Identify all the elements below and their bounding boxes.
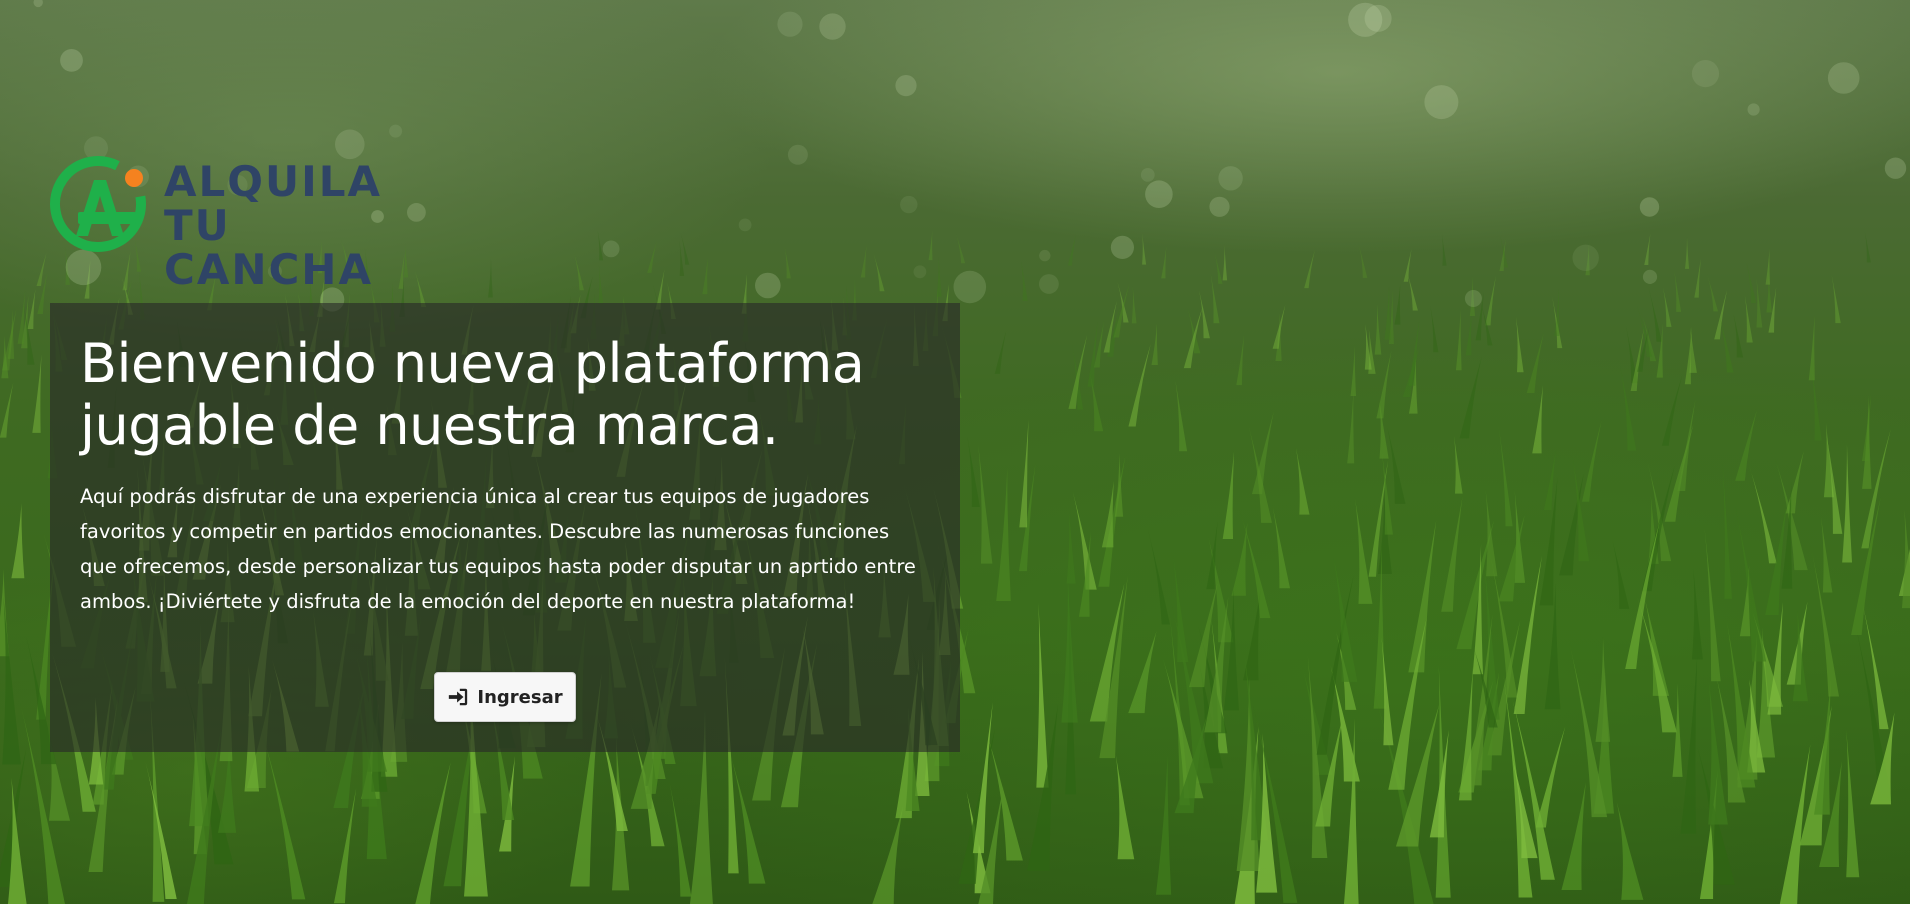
alquila-logo-icon bbox=[50, 156, 146, 252]
sign-in-icon bbox=[449, 688, 468, 706]
hero-panel: Bienvenido nueva plataforma jugable de n… bbox=[50, 303, 960, 752]
brand-logo[interactable]: ALQUILA TU CANCHA bbox=[48, 152, 438, 292]
ingresar-button-label: Ingresar bbox=[477, 686, 563, 708]
hero-title: Bienvenido nueva plataforma jugable de n… bbox=[80, 332, 865, 457]
brand-name-line1: ALQUILA bbox=[164, 157, 382, 206]
brand-name-line2: TU CANCHA bbox=[164, 201, 373, 294]
hero-description: Aquí podrás disfrutar de una experiencia… bbox=[80, 485, 916, 613]
ingresar-button[interactable]: Ingresar bbox=[434, 672, 576, 722]
